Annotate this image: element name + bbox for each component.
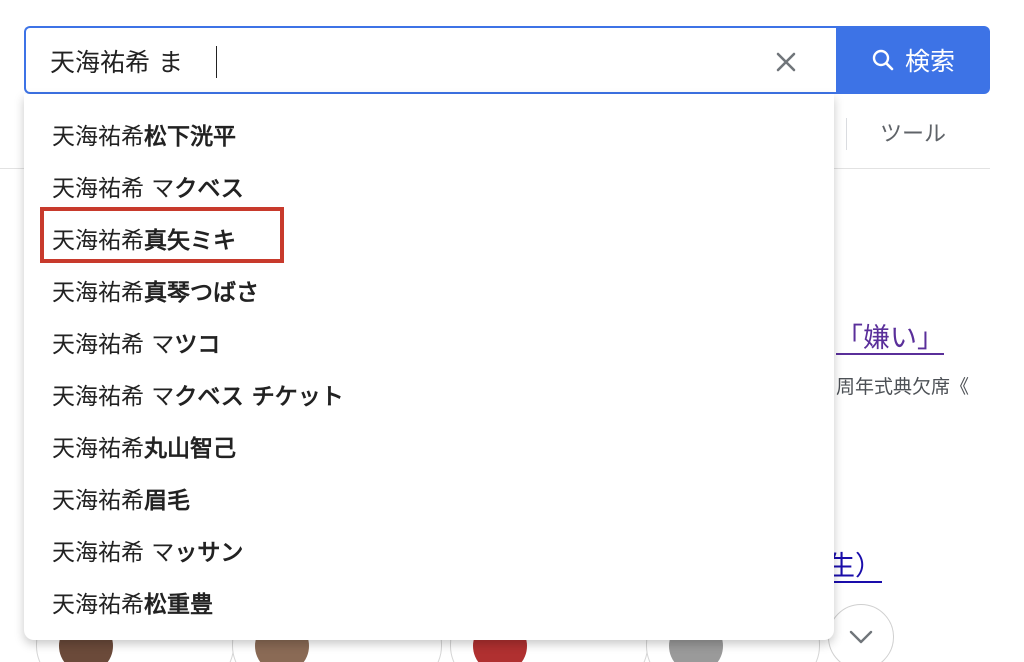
suggestion-completion: クベス チケット [174, 384, 344, 410]
suggestion-item[interactable]: 天海祐希 丸山智己 [24, 420, 834, 472]
suggestion-prefix: 天海祐希 マ [52, 384, 175, 410]
search-button[interactable]: 検索 [836, 26, 990, 94]
suggestion-item[interactable]: 天海祐希 真琴つばさ [24, 264, 834, 316]
suggestion-completion: 真琴つばさ [144, 280, 259, 306]
suggestion-completion: 丸山智己 [144, 436, 236, 462]
suggestion-completion: クベス [174, 176, 244, 202]
close-icon [776, 52, 796, 72]
search-input-wrapper [24, 26, 836, 94]
suggestion-prefix: 天海祐希 [52, 124, 144, 150]
suggestion-prefix: 天海祐希 [52, 592, 144, 618]
suggestion-prefix: 天海祐希 マ [52, 540, 175, 566]
chevron-down-icon [849, 630, 873, 644]
suggestion-prefix: 天海祐希 [52, 488, 144, 514]
search-icon [872, 49, 894, 71]
suggestion-prefix: 天海祐希 マ [52, 176, 175, 202]
suggestion-item[interactable]: 天海祐希 マツコ [24, 316, 834, 368]
clear-search-button[interactable] [766, 42, 806, 82]
suggestion-completion: 松下洸平 [144, 124, 236, 150]
suggestion-completion: ツコ [174, 332, 221, 358]
result-title-link[interactable]: 「嫌い」 [836, 316, 944, 355]
search-bar: 検索 [24, 26, 990, 94]
suggestion-item[interactable]: 天海祐希 マクベス [24, 160, 834, 212]
suggestion-prefix: 天海祐希 [52, 228, 144, 254]
suggestion-item[interactable]: 天海祐希 松下洸平 [24, 108, 834, 160]
search-button-label: 検索 [904, 47, 955, 76]
suggestion-completion: 眉毛 [144, 488, 190, 514]
suggestion-item[interactable]: 天海祐希 真矢ミキ [24, 212, 834, 264]
text-caret [216, 46, 217, 78]
suggestion-prefix: 天海祐希 [52, 436, 144, 462]
suggestions-dropdown: 天海祐希 松下洸平 天海祐希 マクベス 天海祐希 真矢ミキ 天海祐希 真琴つばさ… [24, 94, 834, 640]
toolbar-divider [846, 118, 847, 150]
suggestion-item[interactable]: 天海祐希 マクベス チケット [24, 368, 834, 420]
suggestion-completion: 松重豊 [144, 592, 213, 618]
suggestion-item[interactable]: 天海祐希 マッサン [24, 524, 834, 576]
search-input[interactable] [50, 38, 750, 84]
search-results-page: 検索 ツール 「嫌い」 周年式典欠席《 生） 天海祐希 松下洸平 天海祐希 マク… [0, 0, 1024, 662]
result-snippet: 周年式典欠席《 [836, 376, 970, 398]
suggestion-completion: ッサン [174, 540, 244, 566]
suggestion-completion: 真矢ミキ [144, 228, 236, 254]
result-title-link[interactable]: 生） [828, 544, 882, 583]
suggestion-item[interactable]: 天海祐希 松重豊 [24, 576, 834, 628]
expand-button[interactable] [828, 604, 894, 662]
tools-menu[interactable]: ツール [880, 116, 946, 148]
suggestion-prefix: 天海祐希 [52, 280, 144, 306]
suggestion-item[interactable]: 天海祐希 眉毛 [24, 472, 834, 524]
suggestion-prefix: 天海祐希 マ [52, 332, 175, 358]
